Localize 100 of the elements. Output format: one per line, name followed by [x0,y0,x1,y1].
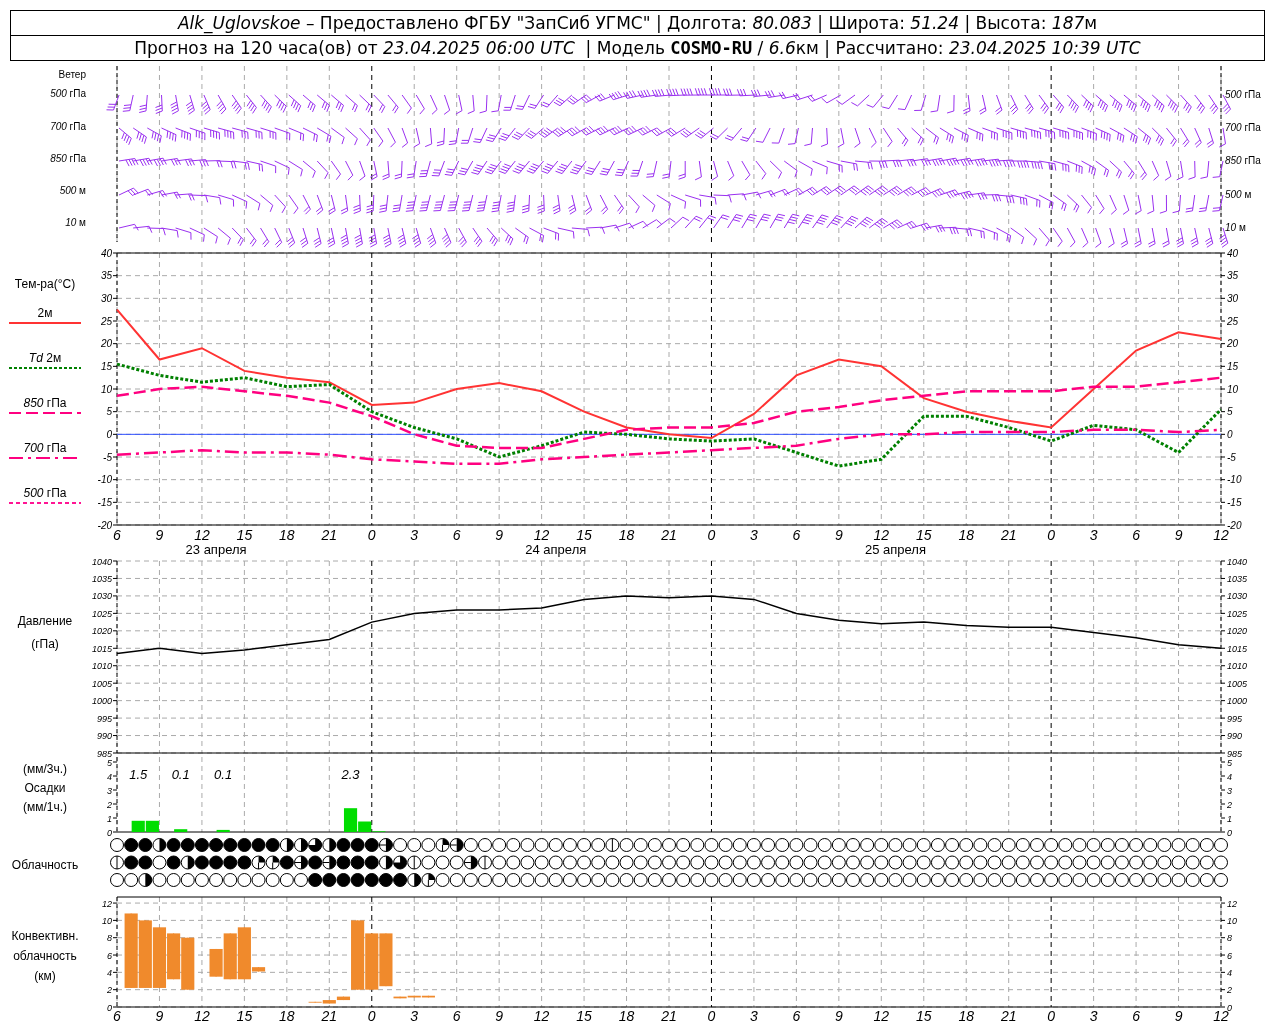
cloud-cover-icon [761,855,776,870]
cloud-cover-icon [209,873,224,887]
axis-tick-label: 3 [750,1008,758,1024]
cloud-cover-icon [1086,838,1101,852]
axis-tick-label: 0 [1227,1002,1232,1013]
cloud-cover-icon [152,855,167,870]
cloud-cover-icon [676,873,691,887]
axis-tick-label: 21 [661,1008,677,1024]
axis-tick-label: 1035 [91,573,112,584]
cloud-cover-icon [591,855,606,870]
cloud-cover-icon [110,838,124,852]
axis-tick-label: -5 [1227,451,1236,463]
cloud-cover-icon [633,838,648,852]
axis-tick-label: 9 [1174,527,1183,543]
cloud-cover-icon [223,855,238,870]
axis-tick-label: 0 [107,1002,112,1013]
cloud-cover-icon [562,838,577,852]
cloud-cover-icon [605,838,620,852]
cloud-cover-icon [591,838,606,852]
axis-tick-label: 20 [100,338,112,350]
axis-tick-label: 5 [1227,406,1233,418]
cloud-cover-icon [619,855,634,870]
cloud-cover-icon [364,855,379,870]
cloud-cover-icon [478,838,492,852]
cloud-cover-icon [520,873,535,887]
axis-tick-label: 30 [1227,292,1239,304]
cloud-cover-icon [308,873,323,887]
cloud-cover-icon [378,873,393,887]
cloud-cover-icon [690,873,705,887]
cloud-cover-icon [463,873,478,887]
cloud-cover-icon [548,838,563,852]
axis-tick-label: 1035 [1227,573,1248,584]
unit-label: (мм/3ч.) [22,761,68,778]
cloud-cover-icon [746,838,761,852]
cloud-cover-icon [110,873,124,887]
cloud-cover-icon [1199,855,1214,870]
axis-tick-label: 18 [618,527,635,543]
cloud-cover-icon [1199,873,1214,887]
cloud-cover-icon [831,855,846,870]
cloud-cover-icon [619,838,634,852]
cloud-cover-icon [676,855,691,870]
cloud-cover-icon [789,855,804,870]
cloud-cover-icon [1129,855,1144,870]
axis-tick-label: 3 [410,527,419,543]
axis-tick-label: 1015 [1227,643,1248,654]
cloud-cover-icon [732,873,747,887]
cloud-cover-icon [945,855,960,870]
cloud-cover-icon [138,838,153,852]
axis-tick-label: 10 [1227,915,1237,926]
cloud-cover-icon [1072,873,1087,887]
axis-tick-label: 6 [113,527,121,543]
cloud-cover-icon [973,838,988,852]
cloud-cover-icon [322,873,337,887]
axis-tick-label: 35 [1227,270,1239,282]
level-label: 500 м [1225,188,1253,202]
axis-tick-label: 6 [1132,1008,1140,1024]
level-label: 700 гПа [1225,121,1262,135]
cloud-cover-icon [577,873,592,887]
precipitation-total-label: 2.3 [341,767,360,782]
cloud-cover-icon [945,838,960,852]
cloud-cover-icon [506,873,521,887]
cloud-cover-icon [251,855,266,870]
cloud-cover-icon [959,873,974,887]
cloud-cover-icon [1072,838,1087,852]
unit-label: (км) [34,968,56,985]
cloud-cover-icon [704,873,719,887]
cloud-cover-icon [577,855,592,870]
cloud-cover-icon [1001,855,1016,870]
axis-tick-label: 15 [576,527,592,543]
convective-label: Конвективн. [11,928,79,945]
cloud-cover-icon [662,838,676,852]
cloud-cover-icon [874,838,889,852]
cloud-cover-icon [987,873,1002,887]
cloud-cover-icon [803,855,818,870]
level-label: 850 гПа [1225,154,1262,168]
cloud-cover-icon [1114,855,1129,870]
axis-tick-label: 0 [1047,527,1056,543]
axis-tick-label: 1040 [1227,558,1248,567]
cloud-cover-icon [902,873,917,887]
cloud-cover-icon [704,838,719,852]
axis-tick-label: 10 [100,383,112,395]
cloud-cover-icon [718,838,733,852]
cloud-cover-icon [1086,855,1101,870]
axis-tick-label: 15 [236,527,253,543]
cloud-cover-icon [1086,873,1101,887]
axis-tick-label: 4 [107,771,112,782]
cloud-cover-icon [548,873,563,887]
cloud-cover-icon [1001,838,1016,852]
cloud-cover-icon [1199,838,1214,852]
cloud-cover-icon [1030,873,1044,887]
level-label: 10 м [65,215,87,230]
axis-tick-label: 6 [113,1008,121,1024]
level-label: 500 гПа [50,87,87,102]
axis-tick-label: 2 [1227,985,1232,996]
cloud-cover-icon [605,873,620,887]
cloud-cover-icon [973,855,988,870]
cloud-cover-icon [237,855,252,870]
cloud-cover-icon [223,838,238,852]
cloud-cover-icon [959,838,974,852]
cloud-cover-icon [1058,855,1073,870]
